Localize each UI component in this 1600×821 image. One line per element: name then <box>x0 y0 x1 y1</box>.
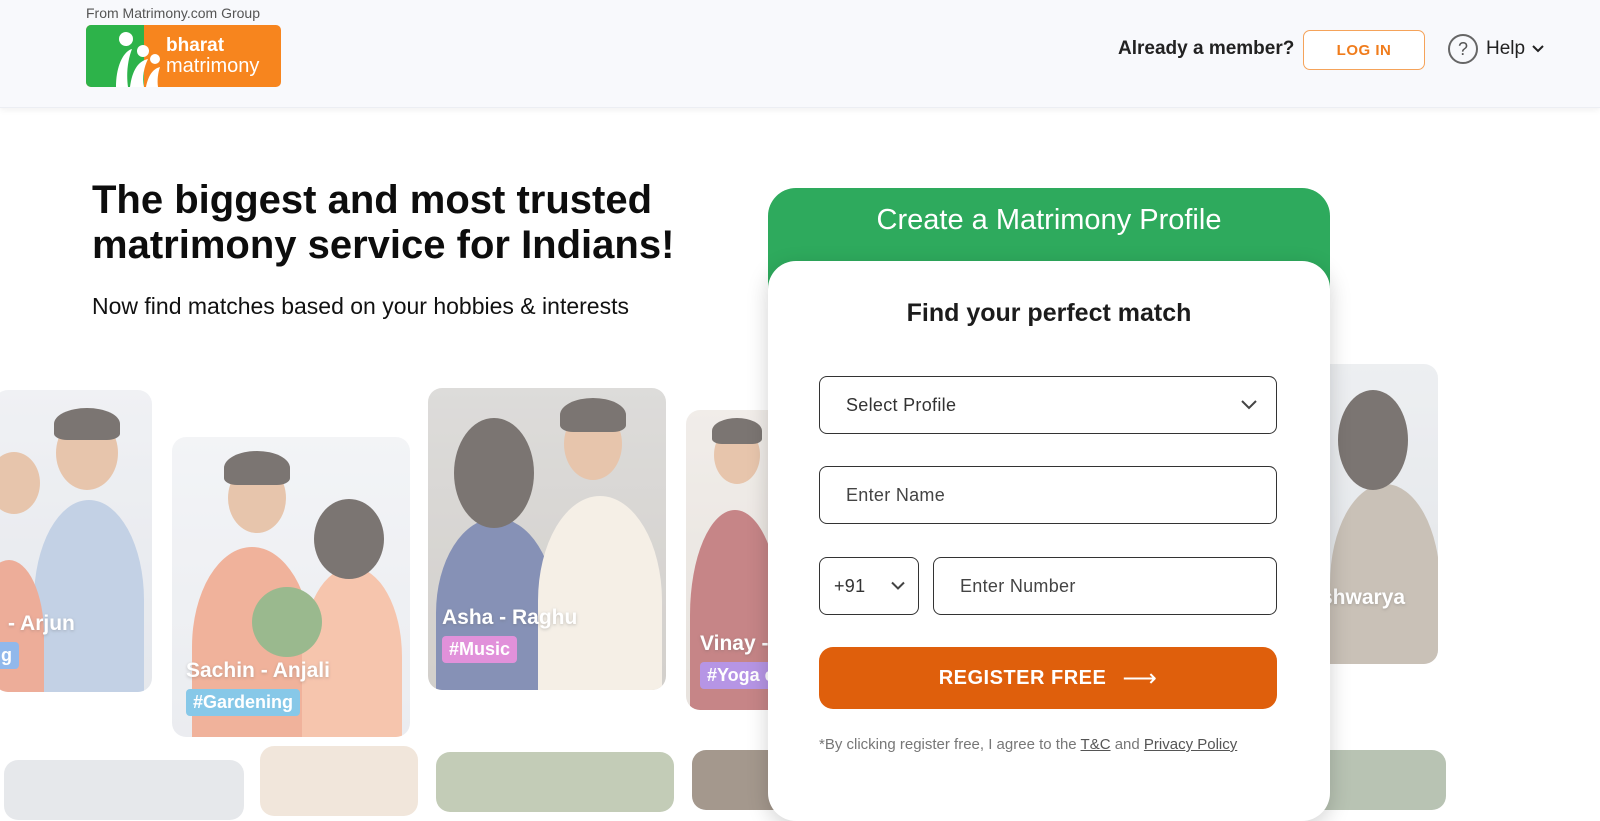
bharat-matrimony-logo[interactable]: bharat matrimony <box>86 25 281 87</box>
register-label: REGISTER FREE <box>938 666 1107 689</box>
hero-headline: The biggest and most trusted matrimony s… <box>92 178 675 267</box>
help-label: Help <box>1486 38 1526 59</box>
login-button[interactable]: LOG IN <box>1303 30 1425 70</box>
site-header: From Matrimony.com Group bharat matrimon… <box>0 0 1600 108</box>
registration-form: Find your perfect match Select Profile E… <box>768 261 1330 821</box>
card-photo <box>4 760 244 820</box>
terms-and: and <box>1110 736 1144 753</box>
person-hair <box>1338 390 1408 490</box>
chevron-down-icon <box>1241 400 1257 410</box>
chevron-down-icon <box>1532 45 1544 53</box>
name-input[interactable]: Enter Name <box>819 466 1277 524</box>
form-subtitle: Find your perfect match <box>906 299 1192 327</box>
couple-card[interactable]: - Arjun g <box>0 390 152 692</box>
couple-card[interactable] <box>260 746 418 816</box>
card-interest-tag: #Music <box>442 636 518 663</box>
couple-card[interactable] <box>436 752 674 812</box>
card-couple-name: - Arjun <box>8 612 75 635</box>
card-couple-name: Sachin - Anjali <box>186 659 330 682</box>
terms-prefix: *By clicking register free, I agree to t… <box>819 736 1081 753</box>
logo-wordmark: bharat matrimony <box>166 35 259 77</box>
select-profile-dropdown[interactable]: Select Profile <box>819 376 1277 434</box>
person-figure <box>538 496 662 690</box>
already-member-text: Already a member? <box>1118 38 1295 59</box>
person-hair <box>54 408 120 440</box>
select-profile-value: Select Profile <box>846 394 957 415</box>
privacy-policy-link[interactable]: Privacy Policy <box>1144 736 1237 753</box>
arrow-right-icon: ⟶ <box>1122 664 1158 692</box>
register-free-button[interactable]: REGISTER FREE ⟶ <box>819 647 1277 709</box>
help-circle-icon: ? <box>1448 34 1478 64</box>
country-code-value: +91 <box>834 575 866 596</box>
person-figure <box>1330 484 1438 664</box>
help-menu[interactable]: ? Help <box>1448 34 1545 64</box>
person-hair <box>224 451 290 485</box>
name-placeholder: Enter Name <box>846 484 946 505</box>
phone-number-input[interactable]: Enter Number <box>933 557 1277 615</box>
person-figure <box>34 500 144 692</box>
terms-text: *By clicking register free, I agree to t… <box>819 736 1237 753</box>
person-figure <box>302 567 402 737</box>
couple-card[interactable]: Asha - Raghu #Music <box>428 388 666 690</box>
chevron-down-icon <box>891 581 905 590</box>
couple-card[interactable] <box>4 760 244 820</box>
plant-image <box>252 587 322 657</box>
logo-line2: matrimony <box>166 55 260 77</box>
hero-subline: Now find matches based on your hobbies &… <box>92 293 629 319</box>
card-interest-tag: #Gardening <box>186 689 301 716</box>
number-placeholder: Enter Number <box>960 575 1076 596</box>
person-hair <box>454 418 534 528</box>
person-hair <box>314 499 384 579</box>
logo-line1: bharat <box>166 35 225 56</box>
country-code-select[interactable]: +91 <box>819 557 919 615</box>
card-photo <box>260 746 418 816</box>
group-text: From Matrimony.com Group <box>86 5 260 21</box>
logo-figures-icon <box>116 32 160 87</box>
tc-link[interactable]: T&C <box>1081 736 1111 753</box>
card-couple-name: Vinay - <box>700 632 769 655</box>
card-couple-name: Asha - Raghu <box>442 606 578 629</box>
person-hair <box>560 398 626 432</box>
card-interest-tag: g <box>0 642 19 669</box>
couple-card[interactable]: Sachin - Anjali #Gardening <box>172 437 410 737</box>
person-hair <box>712 418 762 444</box>
form-title: Create a Matrimony Profile <box>876 204 1222 236</box>
card-photo <box>436 752 674 812</box>
